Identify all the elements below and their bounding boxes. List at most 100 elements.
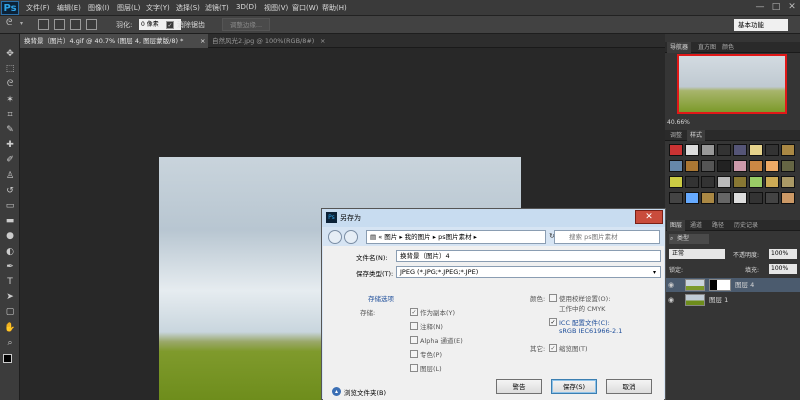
style-swatch[interactable] — [765, 192, 779, 204]
save-button[interactable]: 保存(S) — [551, 379, 597, 394]
menu-layer[interactable]: 图层(L) — [117, 3, 140, 13]
layer-row-4[interactable]: ◉ 图层 4 — [665, 278, 800, 292]
style-swatch[interactable] — [717, 160, 731, 172]
style-swatch[interactable] — [717, 176, 731, 188]
style-swatch[interactable] — [701, 144, 715, 156]
style-swatch[interactable] — [733, 176, 747, 188]
add-selection-icon[interactable] — [54, 19, 65, 30]
filename-input[interactable]: 换背景（图片）4 — [396, 250, 661, 262]
opacity-input[interactable]: 100% — [769, 249, 797, 259]
icc-checkbox[interactable]: ✓ — [549, 318, 557, 326]
copy-checkbox[interactable]: ✓ — [410, 308, 418, 316]
style-swatch[interactable] — [685, 192, 699, 204]
eye-icon[interactable]: ◉ — [668, 293, 678, 305]
style-swatch[interactable] — [733, 192, 747, 204]
style-swatch[interactable] — [685, 176, 699, 188]
layers-checkbox[interactable] — [410, 364, 418, 372]
tab-histogram[interactable]: 直方图 — [695, 42, 719, 53]
style-swatch[interactable] — [669, 176, 683, 188]
blend-mode-select[interactable]: 正常 — [669, 249, 725, 259]
eye-icon[interactable]: ◉ — [668, 278, 678, 290]
style-swatch[interactable] — [749, 144, 763, 156]
refine-edge-button[interactable]: 调整边缘... — [222, 18, 270, 31]
menu-view[interactable]: 视图(V) — [264, 3, 288, 13]
layer-name[interactable]: 图层 1 — [709, 293, 728, 307]
layer-name[interactable]: 图层 4 — [735, 278, 754, 292]
style-swatch[interactable] — [765, 144, 779, 156]
browse-folders-toggle[interactable]: 浏览文件夹(B) — [344, 387, 386, 397]
layer-mask-thumbnail[interactable] — [709, 279, 731, 291]
gradient-tool-icon[interactable]: ▬ — [3, 215, 17, 228]
style-swatch[interactable] — [749, 176, 763, 188]
style-swatch[interactable] — [669, 192, 683, 204]
hand-tool-icon[interactable]: ✋ — [3, 322, 17, 335]
style-swatch[interactable] — [685, 160, 699, 172]
address-bar[interactable]: ▤ « 图片 ▸ 我的图片 ▸ ps图片素材 ▸ — [366, 230, 546, 244]
tab-history[interactable]: 历史记录 — [731, 220, 761, 231]
feather-input[interactable]: 0 像素 — [139, 19, 181, 30]
menu-edit[interactable]: 编辑(E) — [57, 3, 81, 13]
style-swatch[interactable] — [781, 144, 795, 156]
style-swatch[interactable] — [781, 160, 795, 172]
healing-tool-icon[interactable]: ✚ — [3, 139, 17, 152]
close-icon[interactable]: ✕ — [784, 0, 800, 14]
format-select[interactable]: JPEG (*.JPG;*.JPEG;*.JPE) ▾ — [396, 266, 661, 278]
lasso-icon[interactable]: ᘓ — [6, 18, 12, 28]
kind-filter[interactable]: ⌕ 类型 — [669, 234, 709, 244]
forward-icon[interactable] — [344, 230, 358, 244]
chevron-up-icon[interactable]: ▴ — [332, 387, 341, 396]
style-swatch[interactable] — [749, 160, 763, 172]
layer-row-1[interactable]: ◉ 图层 1 — [665, 293, 800, 307]
subtract-selection-icon[interactable] — [70, 19, 81, 30]
tab-document-1[interactable]: 换背景（图片）4.gif @ 40.7% (图层 4, 图层蒙版/8) * × — [20, 34, 208, 48]
tab-navigator[interactable]: 导航器 — [667, 42, 692, 53]
style-swatch[interactable] — [701, 192, 715, 204]
menu-help[interactable]: 帮助(H) — [322, 3, 347, 13]
maximize-icon[interactable]: □ — [768, 0, 784, 14]
zoom-tool-icon[interactable]: ⌕ — [3, 337, 17, 350]
breadcrumb-1[interactable]: 图片 — [384, 233, 397, 241]
menu-3d[interactable]: 3D(D) — [236, 3, 257, 11]
style-swatch[interactable] — [749, 192, 763, 204]
path-select-tool-icon[interactable]: ➤ — [3, 291, 17, 304]
blur-tool-icon[interactable]: ● — [3, 230, 17, 243]
new-selection-icon[interactable] — [38, 19, 49, 30]
warning-button[interactable]: 警告 — [496, 379, 542, 394]
tab-channels[interactable]: 通道 — [687, 220, 705, 231]
breadcrumb-2[interactable]: 我的图片 — [405, 233, 431, 241]
shape-tool-icon[interactable]: ▢ — [3, 306, 17, 319]
navigator-thumbnail[interactable] — [677, 54, 787, 114]
tab-paths[interactable]: 路径 — [709, 220, 727, 231]
pen-tool-icon[interactable]: ✒ — [3, 261, 17, 274]
spot-checkbox[interactable] — [410, 350, 418, 358]
style-swatch[interactable] — [733, 144, 747, 156]
style-swatch[interactable] — [717, 192, 731, 204]
menu-filter[interactable]: 滤镜(T) — [205, 3, 229, 13]
style-swatch[interactable] — [733, 160, 747, 172]
style-swatch[interactable] — [781, 176, 795, 188]
style-swatch[interactable] — [669, 160, 683, 172]
workspace-select[interactable]: 基本功能 — [734, 19, 788, 31]
style-swatch[interactable] — [701, 176, 715, 188]
back-icon[interactable] — [328, 230, 342, 244]
fill-input[interactable]: 100% — [769, 264, 797, 274]
search-input[interactable]: 搜索 ps图片素材 — [554, 230, 660, 244]
magic-wand-tool-icon[interactable]: ✶ — [3, 94, 17, 107]
tab-close-icon[interactable]: × — [200, 34, 205, 48]
menu-file[interactable]: 文件(F) — [26, 3, 50, 13]
style-swatch[interactable] — [701, 160, 715, 172]
dialog-close-button[interactable]: ✕ — [635, 210, 663, 224]
tab-adjustments[interactable]: 调整 — [667, 130, 685, 141]
style-swatch[interactable] — [669, 144, 683, 156]
antialias-checkbox[interactable]: ✓ — [166, 21, 174, 29]
style-swatch[interactable] — [685, 144, 699, 156]
brush-tool-icon[interactable]: ✐ — [3, 154, 17, 167]
marquee-tool-icon[interactable]: ⬚ — [3, 63, 17, 76]
dodge-tool-icon[interactable]: ◐ — [3, 246, 17, 259]
breadcrumb-3[interactable]: ps图片素材 — [438, 233, 472, 241]
menu-window[interactable]: 窗口(W) — [292, 3, 318, 13]
alpha-checkbox[interactable] — [410, 336, 418, 344]
preset-dropdown-icon[interactable]: ▾ — [20, 20, 23, 27]
lasso-tool-icon[interactable]: ᘓ — [3, 78, 17, 91]
tab-styles[interactable]: 样式 — [687, 130, 706, 141]
